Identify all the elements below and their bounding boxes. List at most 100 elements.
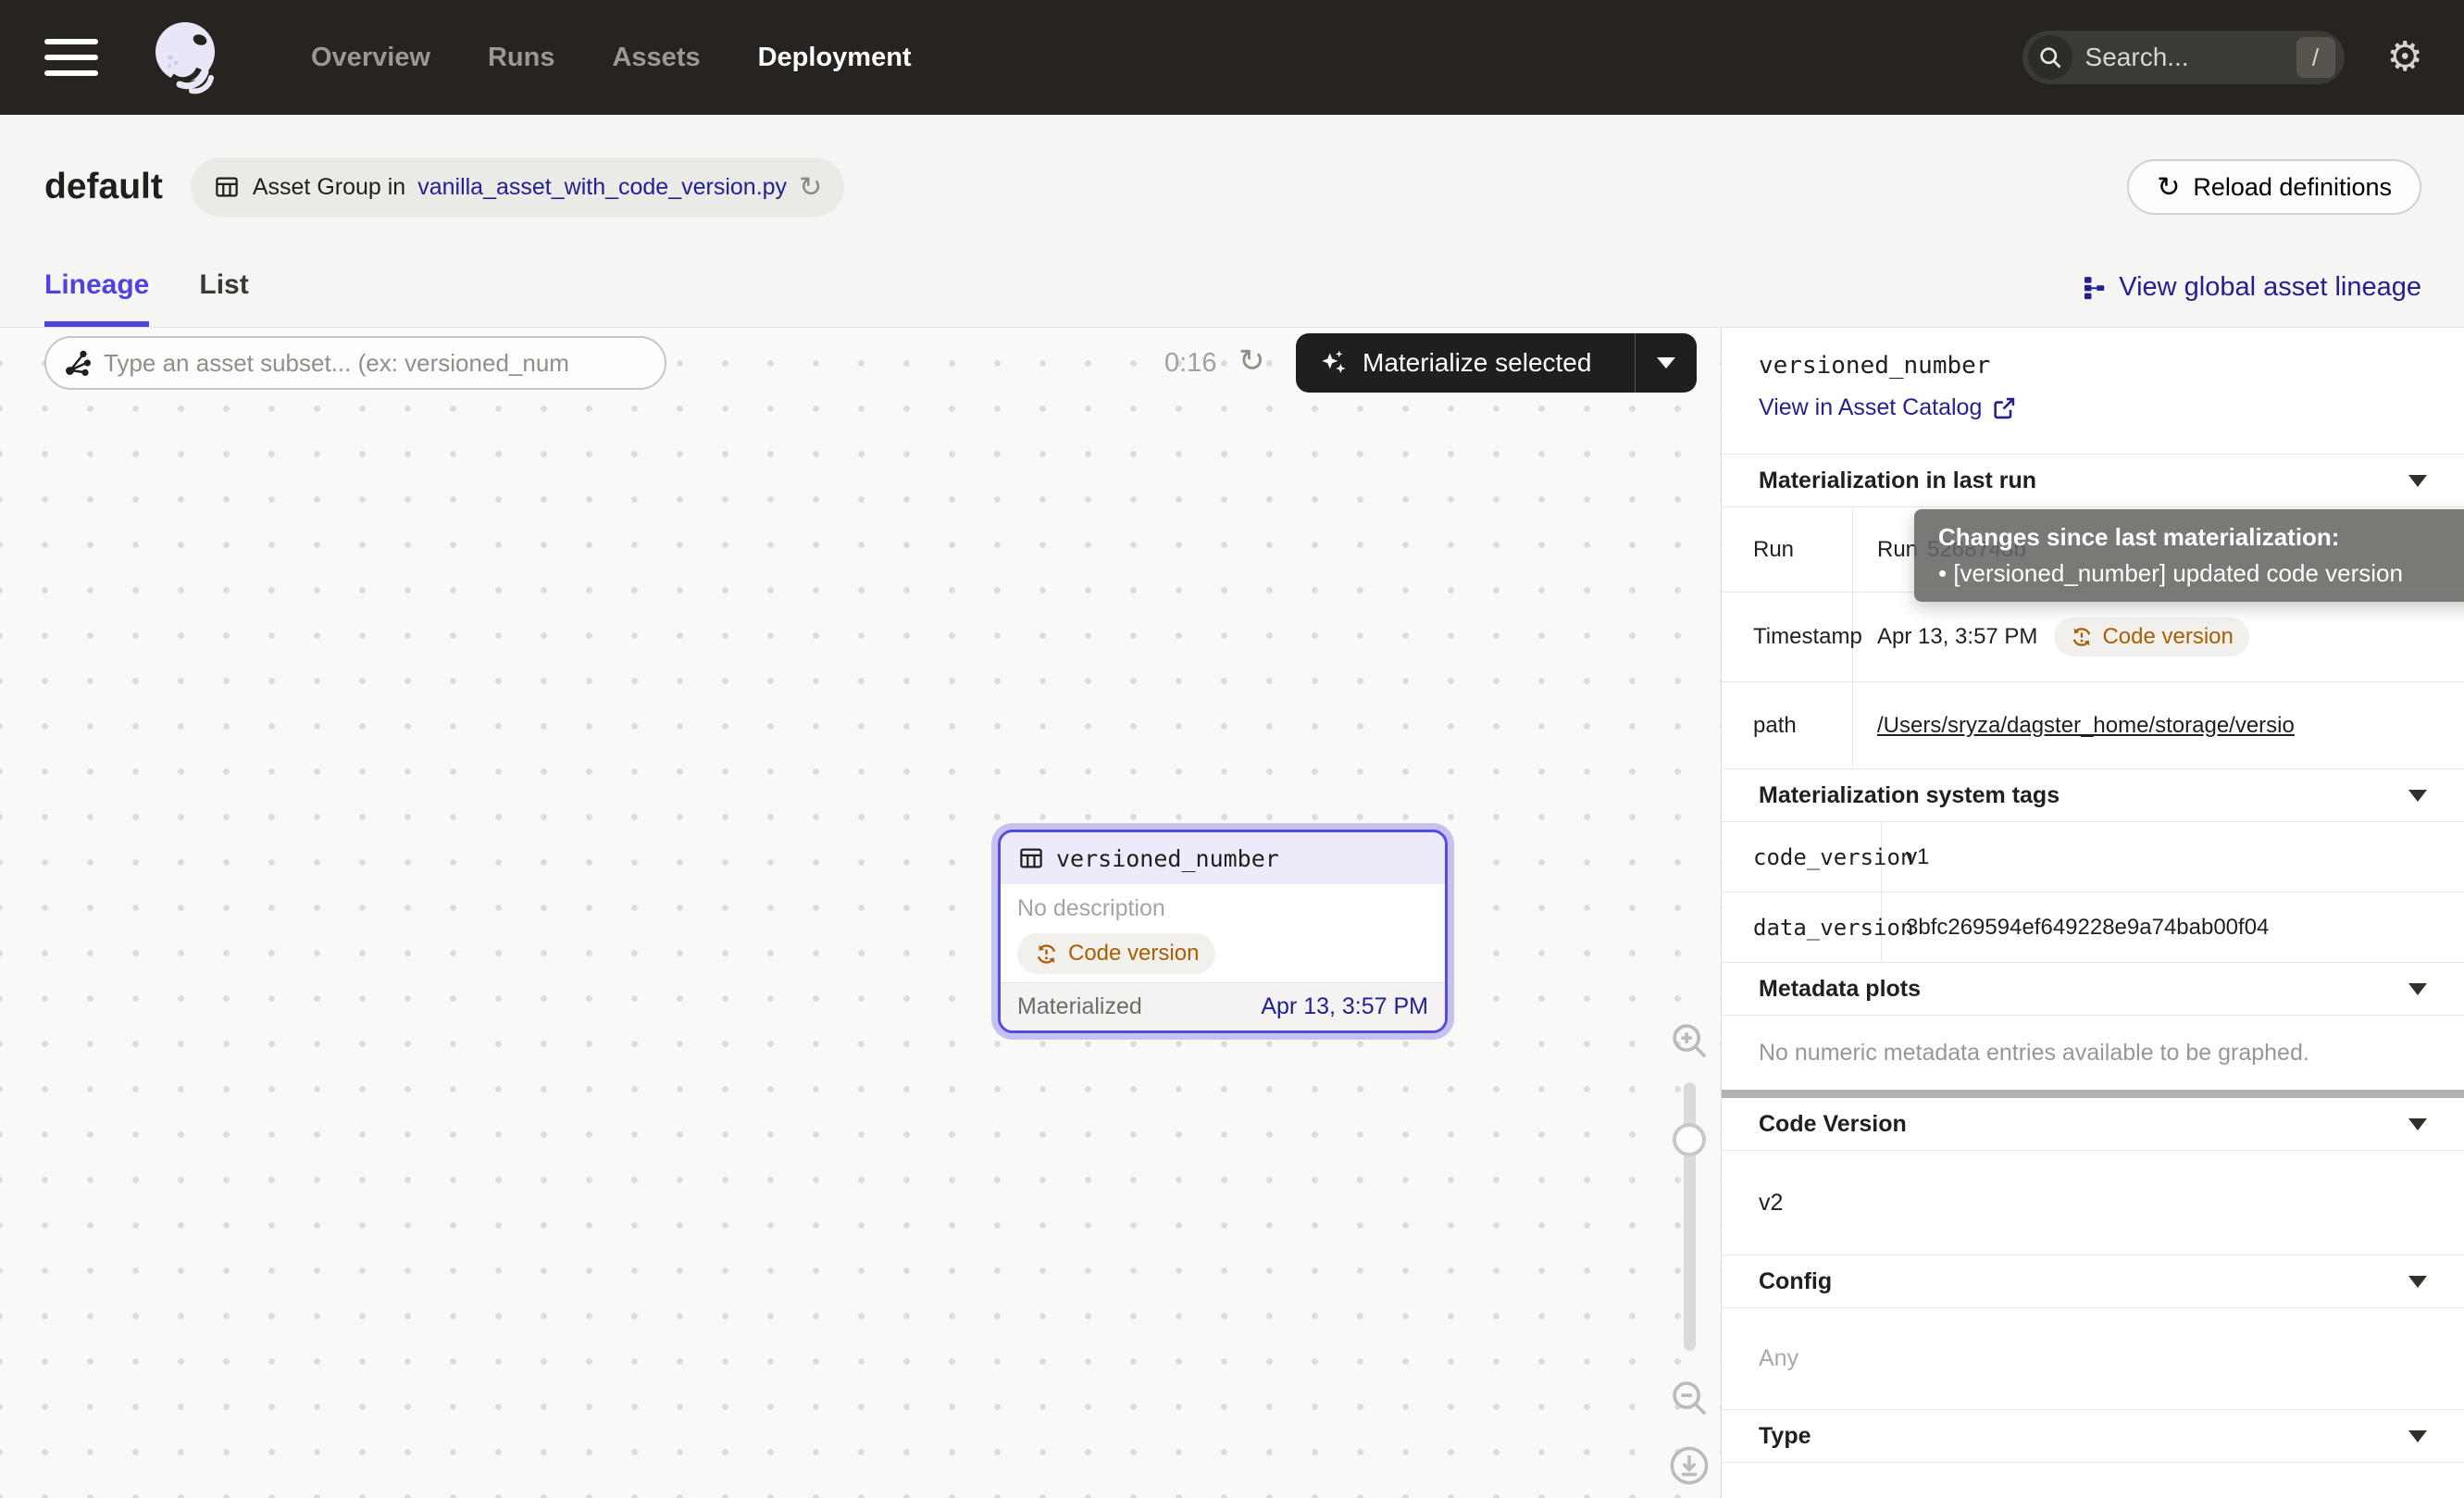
materialized-status-label: Materialized bbox=[1017, 993, 1142, 1020]
reload-definitions-label: Reload definitions bbox=[2193, 173, 2392, 202]
asset-subset-input[interactable] bbox=[44, 336, 666, 390]
code-version-definition-value: v2 bbox=[1722, 1151, 2464, 1255]
section-materialization-last-run[interactable]: Materialization in last run bbox=[1722, 454, 2464, 506]
catalog-link-label: View in Asset Catalog bbox=[1759, 394, 1982, 421]
materialize-label: Materialize selected bbox=[1363, 348, 1591, 378]
zoom-slider[interactable] bbox=[1684, 1082, 1696, 1351]
materialize-dropdown-button[interactable] bbox=[1636, 333, 1697, 393]
tooltip-title: Changes since last materialization: bbox=[1938, 523, 2464, 552]
row-label: Timestamp bbox=[1722, 593, 1853, 681]
table-row: path /Users/sryza/dagster_home/storage/v… bbox=[1722, 681, 2464, 768]
page-header: default Asset Group in vanilla_asset_wit… bbox=[0, 115, 2464, 250]
run-prefix: Run bbox=[1877, 537, 1918, 563]
table-row: data_version 3bfc269594ef649228e9a74bab0… bbox=[1722, 892, 2464, 962]
table-grid-icon bbox=[1017, 844, 1045, 872]
nav-tabs: Overview Runs Assets Deployment bbox=[311, 43, 912, 73]
refresh-icon[interactable]: ↻ bbox=[799, 171, 822, 204]
view-global-asset-lineage-link[interactable]: View global asset lineage bbox=[2080, 272, 2421, 327]
section-title: Metadata plots bbox=[1759, 976, 1921, 1003]
view-in-asset-catalog-link[interactable]: View in Asset Catalog bbox=[1759, 394, 2017, 421]
asset-subset-field[interactable] bbox=[104, 349, 648, 378]
nav-tab-overview[interactable]: Overview bbox=[311, 43, 430, 73]
nav-tab-assets[interactable]: Assets bbox=[612, 43, 700, 73]
caret-down-icon bbox=[2408, 475, 2427, 487]
section-config[interactable]: Config bbox=[1722, 1255, 2464, 1308]
section-title: Type bbox=[1759, 1423, 1811, 1450]
panel-asset-name: versioned_number bbox=[1759, 352, 2427, 380]
zoom-slider-handle[interactable] bbox=[1673, 1123, 1706, 1156]
badge-label: Code version bbox=[2102, 624, 2233, 650]
tab-list[interactable]: List bbox=[199, 269, 248, 327]
code-version-badge[interactable]: Code version bbox=[2054, 618, 2248, 656]
download-icon[interactable] bbox=[1667, 1443, 1711, 1488]
materialized-time-link[interactable]: Apr 13, 3:57 PM bbox=[1261, 993, 1428, 1020]
external-link-icon bbox=[1991, 395, 2017, 421]
metadata-plots-empty-message: No numeric metadata entries available to… bbox=[1722, 1015, 2464, 1090]
view-tabs: Lineage List View global asset lineage bbox=[0, 250, 2464, 328]
row-label: path bbox=[1722, 682, 1853, 768]
auto-refresh-timer: 0:16 bbox=[1164, 348, 1216, 379]
sparkle-icon bbox=[1318, 347, 1350, 379]
gear-icon[interactable]: ⚙ bbox=[2387, 37, 2423, 78]
section-title: Code Version bbox=[1759, 1111, 1907, 1138]
changes-tooltip: Changes since last materialization: • [v… bbox=[1914, 509, 2464, 602]
config-value: Any bbox=[1722, 1308, 2464, 1410]
caret-down-icon bbox=[2408, 983, 2427, 995]
data-version-value: 3bfc269594ef649228e9a74bab00f04 bbox=[1882, 893, 2464, 962]
search-input[interactable]: Search... / bbox=[2022, 31, 2345, 84]
caret-down-icon bbox=[1657, 357, 1675, 368]
zoom-out-icon[interactable] bbox=[1668, 1377, 1711, 1419]
asset-node-body: No description Code version bbox=[1001, 884, 1445, 974]
zoom-controls bbox=[1667, 1019, 1711, 1488]
path-link[interactable]: /Users/sryza/dagster_home/storage/versio bbox=[1877, 713, 2295, 739]
asset-node-description: No description bbox=[1017, 895, 1428, 922]
breadcrumb-label: Asset Group in bbox=[253, 174, 405, 201]
reload-definitions-button[interactable]: ↻ Reload definitions bbox=[2127, 159, 2421, 215]
asset-node-versioned-number[interactable]: versioned_number No description Code ver… bbox=[998, 830, 1448, 1033]
sync-alert-icon bbox=[2070, 625, 2094, 649]
refresh-icon[interactable]: ↻ bbox=[1238, 343, 1265, 380]
materialize-selected-button[interactable]: Materialize selected bbox=[1296, 333, 1697, 393]
breadcrumb-file-link[interactable]: vanilla_asset_with_code_version.py bbox=[417, 174, 787, 201]
row-label: data_version bbox=[1722, 893, 1882, 962]
caret-down-icon bbox=[2408, 790, 2427, 802]
code-version-value: v1 bbox=[1882, 822, 2464, 892]
nav-tab-deployment[interactable]: Deployment bbox=[758, 43, 912, 73]
timestamp-value: Apr 13, 3:57 PM bbox=[1877, 624, 2037, 650]
row-label: code_version bbox=[1722, 822, 1882, 892]
tab-lineage[interactable]: Lineage bbox=[44, 269, 149, 327]
sync-alert-icon bbox=[1034, 942, 1059, 967]
zoom-in-icon[interactable] bbox=[1668, 1019, 1711, 1062]
slash-shortcut-badge: / bbox=[2296, 37, 2335, 78]
section-materialization-system-tags[interactable]: Materialization system tags bbox=[1722, 768, 2464, 821]
section-title: Materialization in last run bbox=[1759, 468, 2036, 494]
menu-icon[interactable] bbox=[44, 39, 98, 76]
lineage-canvas[interactable]: 0:16 ↻ Materialize selected versioned_nu… bbox=[0, 328, 1722, 1498]
caret-down-icon bbox=[2408, 1276, 2427, 1288]
section-type[interactable]: Type bbox=[1722, 1410, 2464, 1463]
asset-node-header: versioned_number bbox=[1001, 832, 1445, 884]
global-lineage-label: View global asset lineage bbox=[2119, 272, 2421, 303]
code-version-badge-label: Code version bbox=[1068, 941, 1199, 967]
reload-icon: ↻ bbox=[2157, 171, 2180, 204]
table-row: Timestamp Apr 13, 3:57 PM Code version bbox=[1722, 592, 2464, 681]
dagster-logo-icon[interactable] bbox=[152, 20, 226, 94]
nav-tab-runs[interactable]: Runs bbox=[488, 43, 555, 73]
global-lineage-icon bbox=[2080, 274, 2108, 302]
top-nav: Overview Runs Assets Deployment Search..… bbox=[0, 0, 2464, 115]
code-version-badge[interactable]: Code version bbox=[1017, 933, 1215, 974]
caret-down-icon bbox=[2408, 1430, 2427, 1442]
row-label: Run bbox=[1722, 507, 1853, 592]
asset-node-footer: Materialized Apr 13, 3:57 PM bbox=[1001, 982, 1445, 1030]
panel-splitter-handle[interactable] bbox=[1722, 1090, 2464, 1098]
tooltip-item: • [versioned_number] updated code versio… bbox=[1938, 559, 2464, 588]
search-placeholder: Search... bbox=[2085, 43, 2296, 72]
table-grid-icon bbox=[213, 173, 241, 201]
section-title: Materialization system tags bbox=[1759, 782, 2060, 809]
search-icon bbox=[2028, 35, 2072, 80]
breadcrumb: Asset Group in vanilla_asset_with_code_v… bbox=[191, 157, 844, 217]
section-metadata-plots[interactable]: Metadata plots bbox=[1722, 962, 2464, 1015]
page-title: default bbox=[44, 167, 163, 207]
section-code-version[interactable]: Code Version bbox=[1722, 1098, 2464, 1151]
asset-node-name: versioned_number bbox=[1056, 845, 1279, 872]
